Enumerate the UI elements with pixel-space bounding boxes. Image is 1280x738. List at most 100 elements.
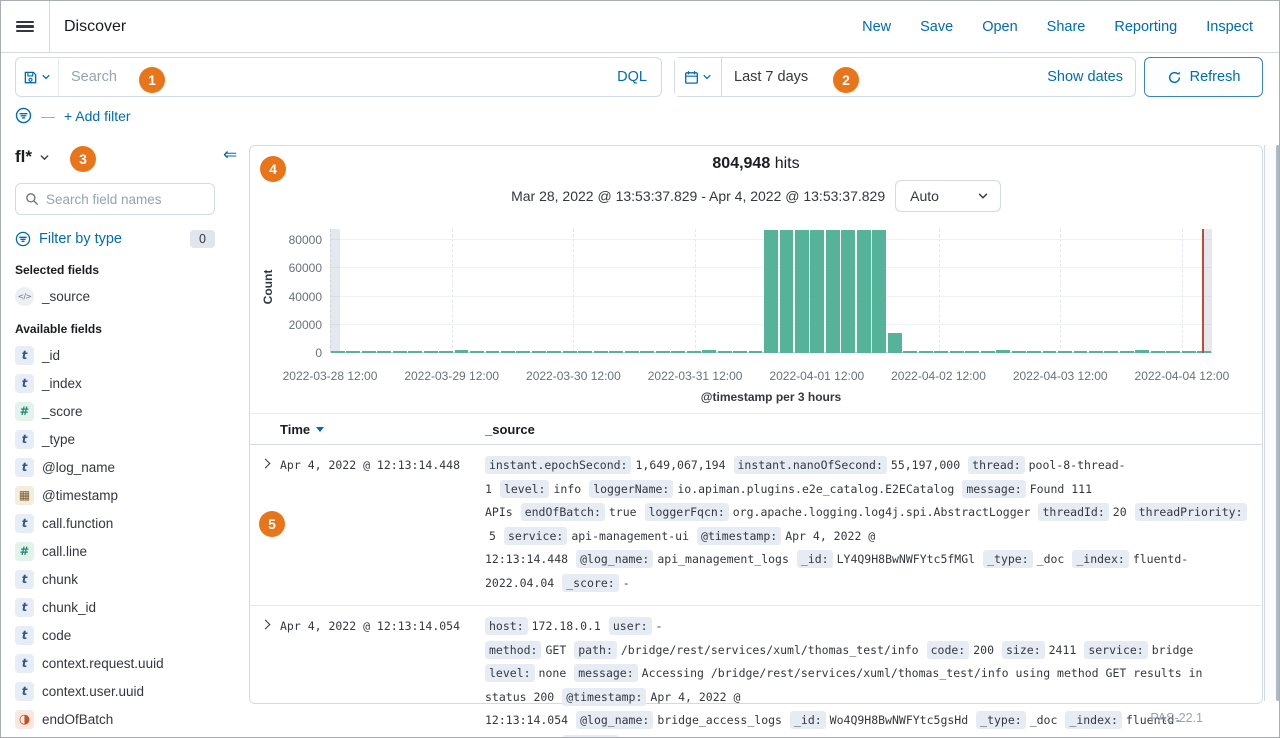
new-button[interactable]: New — [862, 19, 891, 35]
histogram-bar[interactable] — [609, 351, 623, 353]
collapse-sidebar-icon[interactable]: ⇐ — [223, 145, 237, 165]
histogram-bar[interactable] — [470, 351, 484, 353]
histogram-bar[interactable] — [578, 351, 592, 353]
histogram-bar[interactable] — [547, 351, 561, 353]
histogram-bar[interactable] — [810, 230, 824, 353]
scrollbar-thumb[interactable] — [1276, 145, 1280, 701]
field-item--type[interactable]: t_type — [15, 425, 215, 453]
source-field-name: threadId: — [1038, 503, 1108, 521]
field-item-context-user-uuid[interactable]: tcontext.user.uuid — [15, 677, 215, 705]
scrollbar[interactable] — [1264, 145, 1280, 701]
field-item-chunk-id[interactable]: tchunk_id — [15, 593, 215, 621]
add-filter-button[interactable]: + Add filter — [64, 108, 131, 124]
histogram-bar[interactable] — [718, 351, 732, 353]
histogram-bar[interactable] — [1089, 351, 1103, 353]
histogram-bar[interactable] — [594, 351, 608, 353]
histogram-bar[interactable] — [996, 350, 1010, 353]
open-button[interactable]: Open — [982, 19, 1017, 35]
field-item-chunk[interactable]: tchunk — [15, 565, 215, 593]
histogram-bar[interactable] — [486, 351, 500, 353]
histogram-bar[interactable] — [346, 351, 360, 353]
field-item--id[interactable]: t_id — [15, 341, 215, 369]
histogram-bar[interactable] — [1151, 351, 1165, 353]
histogram-bar[interactable] — [919, 351, 933, 353]
field-item--index[interactable]: t_index — [15, 369, 215, 397]
histogram-bar[interactable] — [455, 350, 469, 353]
histogram-bar[interactable] — [857, 230, 871, 353]
filter-icon[interactable] — [15, 107, 32, 124]
field-item--timestamp[interactable]: ▦@timestamp — [15, 481, 215, 509]
histogram-bar[interactable] — [826, 230, 840, 353]
histogram-chart[interactable]: Count 0200004000060000800002022-03-28 12… — [250, 222, 1262, 407]
refresh-button[interactable]: Refresh — [1144, 57, 1263, 97]
histogram-bar[interactable] — [516, 351, 530, 353]
histogram-bar[interactable] — [795, 230, 809, 353]
histogram-bar[interactable] — [424, 351, 438, 353]
expand-row-icon[interactable] — [250, 615, 280, 738]
histogram-bar[interactable] — [408, 351, 422, 353]
histogram-bar[interactable] — [1012, 351, 1026, 353]
histogram-bar[interactable] — [702, 350, 716, 353]
histogram-bar[interactable] — [1074, 351, 1088, 353]
saved-query-button[interactable] — [15, 57, 59, 97]
field-search-input[interactable] — [46, 192, 205, 207]
field-item-context-request-uuid[interactable]: tcontext.request.uuid — [15, 649, 215, 677]
histogram-bar[interactable] — [764, 230, 778, 353]
histogram-bar[interactable] — [439, 351, 453, 353]
interval-select[interactable]: Auto — [895, 180, 1001, 212]
field-item--source[interactable]: </>_source — [15, 282, 215, 310]
histogram-bar[interactable] — [656, 351, 670, 353]
nav-menu-button[interactable] — [1, 1, 50, 52]
histogram-bar[interactable] — [362, 351, 376, 353]
histogram-bar[interactable] — [780, 230, 794, 353]
quick-select-button[interactable] — [675, 58, 722, 96]
histogram-bar[interactable] — [1182, 351, 1196, 353]
histogram-bar[interactable] — [749, 351, 763, 353]
histogram-plot-area[interactable]: 0200004000060000800002022-03-28 12:00202… — [330, 229, 1212, 353]
histogram-bar[interactable] — [888, 333, 902, 353]
field-item-endOfBatch[interactable]: ◑endOfBatch — [15, 705, 215, 733]
index-pattern-select[interactable]: fl* — [15, 147, 32, 167]
histogram-bar[interactable] — [965, 351, 979, 353]
histogram-bar[interactable] — [1104, 351, 1118, 353]
histogram-bar[interactable] — [1043, 351, 1057, 353]
time-column-header[interactable]: Time — [280, 422, 485, 437]
histogram-bar[interactable] — [1120, 351, 1134, 353]
filter-by-type-button[interactable]: Filter by type — [39, 231, 122, 247]
inspect-button[interactable]: Inspect — [1206, 19, 1253, 35]
time-range-label[interactable]: Last 7 days — [734, 69, 808, 85]
histogram-bar[interactable] — [377, 351, 391, 353]
share-button[interactable]: Share — [1047, 19, 1086, 35]
histogram-bar[interactable] — [981, 351, 995, 353]
histogram-bar[interactable] — [532, 351, 546, 353]
reporting-button[interactable]: Reporting — [1114, 19, 1177, 35]
show-dates-button[interactable]: Show dates — [1047, 69, 1123, 85]
histogram-bar[interactable] — [841, 230, 855, 353]
histogram-bar[interactable] — [687, 351, 701, 353]
histogram-bar[interactable] — [872, 230, 886, 353]
field-item-call-line[interactable]: #call.line — [15, 537, 215, 565]
boolean-field-icon: ◑ — [15, 710, 34, 729]
histogram-bar[interactable] — [393, 351, 407, 353]
histogram-bar[interactable] — [903, 351, 917, 353]
field-item-call-function[interactable]: tcall.function — [15, 509, 215, 537]
histogram-bar[interactable] — [625, 351, 639, 353]
source-field-value: /bridge/rest/services/xuml/thomas_test/i… — [621, 643, 919, 657]
save-button[interactable]: Save — [920, 19, 953, 35]
histogram-bar[interactable] — [1058, 351, 1072, 353]
histogram-bar[interactable] — [671, 351, 685, 353]
field-item--score[interactable]: #_score — [15, 397, 215, 425]
field-item-code[interactable]: tcode — [15, 621, 215, 649]
query-language-button[interactable]: DQL — [603, 69, 661, 85]
histogram-bar[interactable] — [1166, 351, 1180, 353]
histogram-bar[interactable] — [950, 351, 964, 353]
histogram-bar[interactable] — [563, 351, 577, 353]
histogram-bar[interactable] — [934, 351, 948, 353]
field-item--log-name[interactable]: t@log_name — [15, 453, 215, 481]
histogram-bar[interactable] — [1027, 351, 1041, 353]
histogram-bar[interactable] — [733, 351, 747, 353]
histogram-bar[interactable] — [501, 351, 515, 353]
chevron-down-icon[interactable] — [39, 152, 50, 163]
histogram-bar[interactable] — [640, 351, 654, 353]
histogram-bar[interactable] — [1135, 350, 1149, 353]
